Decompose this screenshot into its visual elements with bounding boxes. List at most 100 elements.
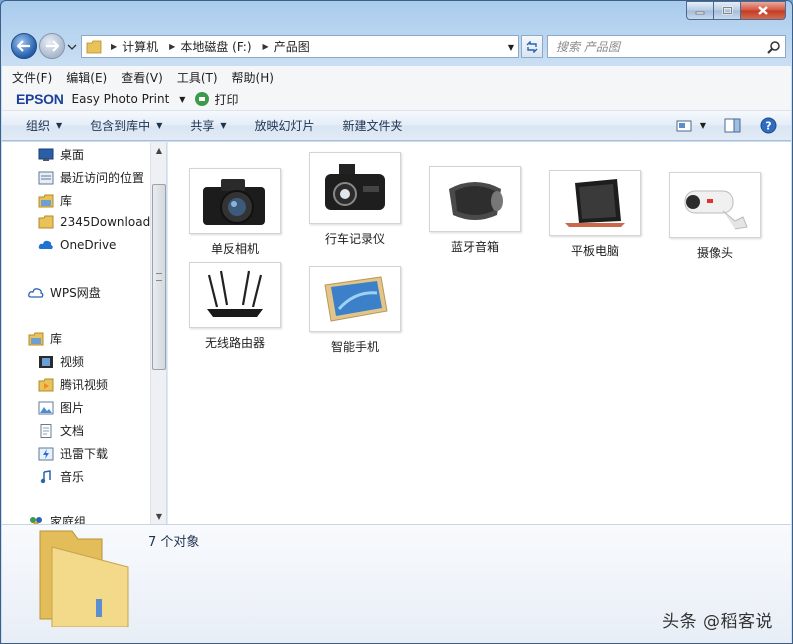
include-label: 包含到库中 (90, 119, 151, 133)
scroll-down-icon[interactable]: ▼ (151, 508, 166, 524)
chevron-down-icon: ▼ (156, 121, 163, 130)
thumbnail-router-icon (189, 262, 281, 328)
nav-item-pictures[interactable]: 图片 (38, 399, 84, 416)
minimize-button[interactable] (686, 1, 713, 20)
breadcrumb-folder[interactable]: 产品图 (274, 38, 310, 55)
slideshow-button[interactable]: 放映幻灯片 (255, 117, 315, 134)
nav-label: OneDrive (60, 238, 117, 252)
library-icon (28, 332, 44, 345)
nav-item-library[interactable]: 库 (28, 330, 62, 347)
menu-help[interactable]: 帮助(H) (232, 69, 274, 86)
nav-item-downloads[interactable]: 2345Downloads (38, 215, 156, 229)
breadcrumb-separator-icon[interactable]: ▶ (169, 42, 175, 51)
pictures-icon (38, 401, 54, 414)
nav-item-music[interactable]: 音乐 (38, 468, 84, 485)
nav-label: 最近访问的位置 (60, 171, 145, 185)
print-icon[interactable] (195, 92, 210, 106)
item-count: 7 个对象 (148, 535, 200, 550)
menu-tools[interactable]: 工具(T) (177, 69, 218, 86)
thumbnail-smartphone-icon (309, 266, 401, 332)
epson-toolbar: EPSON Easy Photo Print ▼ 打印 (2, 88, 791, 111)
refresh-icon (526, 40, 538, 53)
file-name: 智能手机 (330, 340, 379, 354)
search-placeholder: 搜索 产品图 (556, 40, 620, 54)
nav-label: 家庭组 (50, 515, 87, 524)
nav-item-homegroup[interactable]: 家庭组 (28, 513, 86, 524)
slideshow-label: 放映幻灯片 (254, 119, 315, 133)
nav-item-onedrive[interactable]: OneDrive (38, 238, 116, 252)
nav-item-library-fav[interactable]: 库 (38, 192, 72, 209)
file-name: 无线路由器 (204, 336, 265, 350)
help-icon[interactable]: ? (760, 117, 777, 134)
maximize-button[interactable] (713, 1, 740, 20)
epson-dropdown-icon[interactable]: ▼ (179, 95, 185, 104)
organize-label: 组织 (26, 119, 51, 133)
search-box[interactable]: 搜索 产品图 (547, 35, 786, 58)
view-options-icon[interactable] (676, 119, 694, 133)
nav-scrollbar[interactable]: ▲ ▼ (150, 142, 166, 524)
address-dropdown-icon[interactable]: ▼ (508, 43, 514, 52)
menu-file[interactable]: 文件(F) (12, 69, 52, 86)
scroll-up-icon[interactable]: ▲ (151, 142, 166, 158)
file-item-speaker[interactable]: 蓝牙音箱 (420, 166, 530, 255)
explorer-window: ▶ 计算机 ▶ 本地磁盘 (F:) ▶ 产品图 ▼ 搜索 产品图 文件(F) 编… (0, 0, 793, 644)
thumbnail-security-camera-icon (669, 172, 761, 238)
view-controls: ▼ ? (676, 117, 777, 134)
nav-item-tencent-video[interactable]: 腾讯视频 (38, 376, 108, 393)
nav-label: 迅雷下载 (60, 447, 109, 461)
file-name: 平板电脑 (570, 244, 619, 258)
breadcrumb-computer[interactable]: 计算机 (122, 38, 158, 55)
thumbnail-speaker-icon (429, 166, 521, 232)
breadcrumb-drive[interactable]: 本地磁盘 (F:) (180, 38, 251, 55)
minimize-icon (695, 11, 705, 14)
view-dropdown-icon[interactable]: ▼ (700, 121, 706, 130)
nav-item-wps[interactable]: WPS网盘 (28, 284, 101, 301)
search-icon[interactable] (767, 40, 781, 54)
share-button[interactable]: 共享 ▼ (190, 117, 226, 134)
thumbnail-tablet-icon (549, 170, 641, 236)
details-pane: 7 个对象 头条 @稻客说 (2, 524, 791, 643)
file-item-webcam[interactable]: 摄像头 (660, 172, 770, 261)
file-name: 蓝牙音箱 (450, 240, 499, 254)
print-button[interactable]: 打印 (214, 91, 238, 108)
breadcrumb-separator-icon[interactable]: ▶ (263, 42, 269, 51)
file-item-dslr[interactable]: 单反相机 (180, 168, 290, 257)
epson-logo: EPSON (16, 91, 64, 107)
tencent-video-icon (38, 378, 54, 391)
nav-label: 库 (60, 194, 73, 208)
organize-button[interactable]: 组织 ▼ (26, 117, 62, 134)
nav-item-desktop[interactable]: 桌面 (38, 146, 84, 163)
menu-edit[interactable]: 编辑(E) (66, 69, 107, 86)
music-icon (40, 469, 51, 483)
nav-label: 库 (50, 332, 63, 346)
file-item-smartphone[interactable]: 智能手机 (300, 266, 410, 355)
nav-item-recent[interactable]: 最近访问的位置 (38, 169, 144, 186)
file-name: 单反相机 (210, 242, 259, 256)
epson-app-button[interactable]: Easy Photo Print (72, 92, 170, 106)
back-button[interactable] (11, 33, 37, 59)
file-item-tablet[interactable]: 平板电脑 (540, 170, 650, 259)
address-bar[interactable]: ▶ 计算机 ▶ 本地磁盘 (F:) ▶ 产品图 ▼ (81, 35, 519, 58)
nav-label: 音乐 (60, 470, 85, 484)
desktop-icon (38, 148, 54, 161)
nav-item-videos[interactable]: 视频 (38, 353, 84, 370)
new-folder-button[interactable]: 新建文件夹 (343, 117, 403, 134)
menu-view[interactable]: 查看(V) (121, 69, 163, 86)
include-in-library-button[interactable]: 包含到库中 ▼ (90, 117, 162, 134)
file-item-router[interactable]: 无线路由器 (180, 262, 290, 351)
nav-item-documents[interactable]: 文档 (38, 422, 84, 439)
file-item-dashcam[interactable]: 行车记录仪 (300, 152, 410, 247)
breadcrumb-separator-icon[interactable]: ▶ (111, 42, 117, 51)
close-button[interactable] (740, 1, 786, 20)
recent-pages-button[interactable] (67, 41, 77, 51)
file-name: 摄像头 (696, 246, 733, 260)
forward-button[interactable] (39, 33, 65, 59)
refresh-button[interactable] (521, 35, 543, 58)
scroll-thumb[interactable] (152, 184, 166, 370)
nav-item-thunder[interactable]: 迅雷下载 (38, 445, 108, 462)
watermark-text: 头条 @稻客说 (662, 612, 773, 632)
preview-pane-icon[interactable] (724, 118, 742, 134)
nav-label: 桌面 (60, 148, 85, 162)
file-list: 单反相机 行车记录仪 蓝牙音箱 平板电脑 摄像头 无线路由器 智能手机 (167, 142, 791, 524)
nav-label: 腾讯视频 (60, 378, 109, 392)
